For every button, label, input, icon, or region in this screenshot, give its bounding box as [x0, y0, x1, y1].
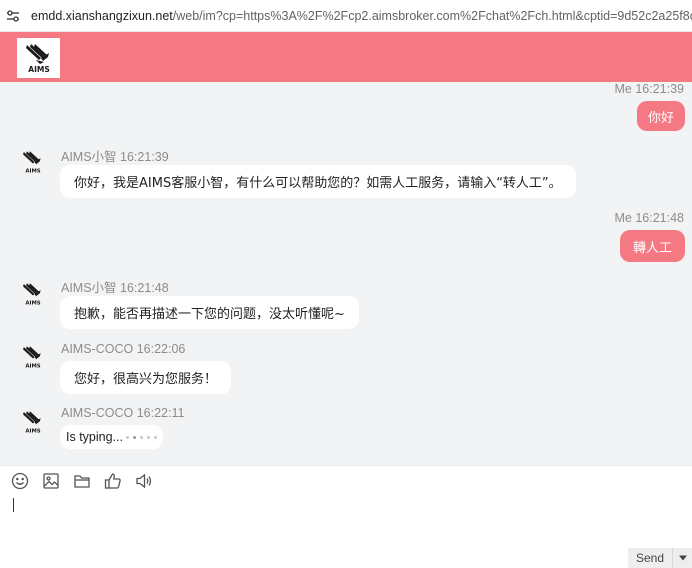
- aims-avatar-icon: AIMS: [23, 346, 41, 370]
- bot-avatar: AIMS: [17, 278, 49, 310]
- image-icon[interactable]: [41, 471, 60, 490]
- agent-avatar: AIMS: [17, 341, 49, 373]
- agent-message-bubble: 您好，很高兴为您服务！: [60, 361, 232, 394]
- message-input[interactable]: Send: [0, 495, 692, 568]
- aims-avatar-icon: AIMS: [23, 411, 41, 435]
- send-button[interactable]: Send: [628, 548, 672, 568]
- aims-avatar-icon: AIMS: [23, 283, 41, 307]
- aims-logo-icon: AIMS: [25, 44, 49, 74]
- message-meta: Me 16:21:48: [614, 211, 685, 225]
- thumbs-up-icon[interactable]: [103, 471, 122, 490]
- composer-toolbar: [0, 465, 692, 495]
- site-settings-icon[interactable]: [6, 9, 20, 23]
- smiley-icon[interactable]: [10, 471, 29, 490]
- url-text[interactable]: emdd.xianshangzixun.net/web/im?cp=https%…: [31, 9, 692, 23]
- svg-text:AIMS: AIMS: [25, 301, 40, 307]
- folder-icon[interactable]: [72, 471, 91, 490]
- aims-avatar-icon: AIMS: [23, 151, 41, 175]
- chat-header: AIMS: [0, 32, 692, 82]
- chat-messages[interactable]: Me 16:21:39 你好 AIMS AIMS小智 16:21:39 你好，我…: [0, 82, 692, 465]
- svg-text:AIMS: AIMS: [25, 429, 40, 435]
- typing-text: Is typing...: [66, 430, 123, 444]
- message-meta: AIMS小智 16:21:39: [61, 150, 169, 164]
- url-host: emdd.xianshangzixun.net: [31, 8, 173, 23]
- send-control: Send: [627, 548, 692, 568]
- svg-text:AIMS: AIMS: [28, 65, 49, 74]
- bot-avatar: AIMS: [17, 146, 49, 178]
- send-options-arrow-icon[interactable]: [672, 548, 692, 568]
- typing-dots-icon: [125, 435, 157, 439]
- bot-message-bubble: 抱歉，能否再描述一下您的问题，没太听懂呢~: [60, 296, 359, 329]
- text-caret: [13, 498, 14, 512]
- typing-indicator: Is typing...: [60, 425, 163, 449]
- browser-address-bar[interactable]: emdd.xianshangzixun.net/web/im?cp=https%…: [0, 0, 692, 32]
- url-path: /web/im?cp=https%3A%2F%2Fcp2.aimsbroker.…: [172, 8, 692, 23]
- aims-logo: AIMS: [17, 38, 60, 78]
- message-meta: AIMS-COCO 16:22:11: [61, 406, 185, 420]
- my-message-bubble: 轉人工: [619, 230, 685, 262]
- my-message-bubble: 你好: [636, 101, 685, 131]
- svg-text:AIMS: AIMS: [25, 364, 40, 370]
- message-meta: Me 16:21:39: [614, 82, 685, 96]
- agent-avatar: AIMS: [17, 406, 49, 438]
- message-meta: AIMS-COCO 16:22:06: [61, 342, 186, 356]
- message-meta: AIMS小智 16:21:48: [61, 281, 169, 295]
- speaker-icon[interactable]: [134, 471, 153, 490]
- svg-text:AIMS: AIMS: [25, 169, 40, 175]
- bot-message-bubble: 你好，我是AIMS客服小智，有什么可以帮助您的？如需人工服务，请输入“转人工”。: [60, 165, 576, 198]
